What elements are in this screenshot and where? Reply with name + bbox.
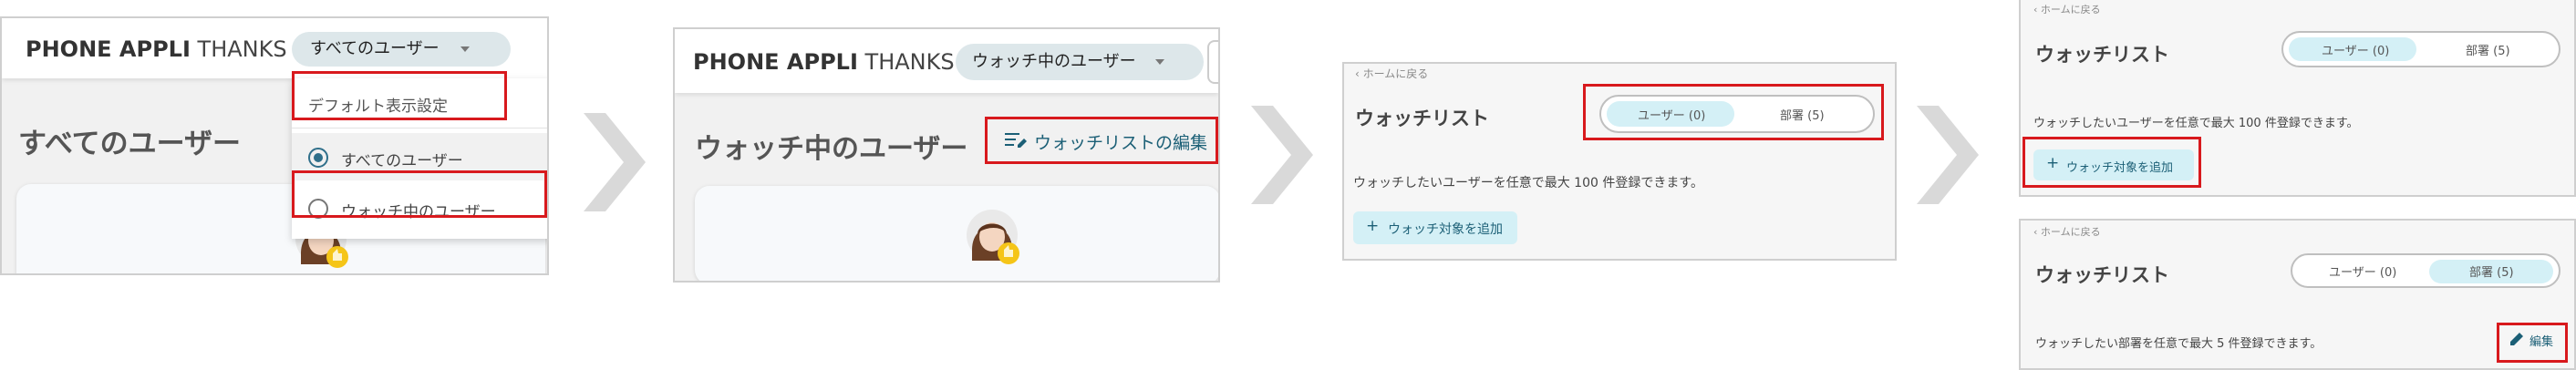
highlight-tabs xyxy=(1583,84,1884,140)
tab-departments[interactable]: 部署 (5) xyxy=(2466,41,2510,58)
chevron-left-icon: ‹ xyxy=(2033,4,2038,15)
user-card xyxy=(695,186,1218,281)
watchlist-tabs: ユーザー (0) 部署 (5) xyxy=(2281,31,2560,67)
step1-screenshot: PHONE APPLI THANKS すべてのユーザー すべてのユーザー デフォ… xyxy=(0,16,549,275)
brand-bold: PHONE APPLI xyxy=(26,36,191,62)
brand-bold: PHONE APPLI xyxy=(693,49,858,75)
brand-logo: PHONE APPLI THANKS xyxy=(26,36,287,62)
dropdown-label: ウォッチ中のユーザー xyxy=(972,52,1136,71)
step4-departments-screenshot: ‹ ホームに戻る ウォッチリスト ユーザー (0) 部署 (5) ウォッチしたい… xyxy=(2019,219,2576,370)
user-filter-dropdown[interactable]: すべてのユーザー xyxy=(292,32,511,67)
page-title: ウォッチ中のユーザー xyxy=(695,133,968,165)
brand-light: THANKS xyxy=(864,49,955,75)
menu-item-label: すべてのユーザー xyxy=(341,152,463,170)
plus-icon: + xyxy=(1366,217,1380,235)
add-watch-target-button[interactable]: + ウォッチ対象を追加 xyxy=(1353,211,1517,244)
back-link[interactable]: ‹ ホームに戻る xyxy=(2033,224,2101,239)
search-box-edge[interactable] xyxy=(1207,40,1218,84)
highlight-edit-button xyxy=(2497,323,2568,363)
back-link[interactable]: ‹ ホームに戻る xyxy=(1355,66,1428,81)
watchlist-description: ウォッチしたいユーザーを任意で最大 100 件登録できます。 xyxy=(2033,117,2359,130)
user-filter-dropdown[interactable]: ウォッチ中のユーザー xyxy=(956,44,1204,80)
chevron-right-icon xyxy=(1917,106,1979,204)
highlight-default-setting xyxy=(292,71,507,120)
chevron-right-icon xyxy=(1251,106,1313,204)
chevron-down-icon xyxy=(1155,59,1165,65)
watchlist-title: ウォッチリスト xyxy=(2035,44,2169,66)
page-title: すべてのユーザー xyxy=(18,128,241,160)
radio-checked-icon xyxy=(308,148,328,168)
watchlist-description: ウォッチしたいユーザーを任意で最大 100 件登録できます。 xyxy=(1353,176,1703,190)
watchlist-description: ウォッチしたい部署を任意で最大 5 件登録できます。 xyxy=(2035,337,2323,351)
avatar xyxy=(967,210,1023,266)
chevron-right-icon xyxy=(584,113,646,211)
brand-light: THANKS xyxy=(197,36,287,62)
tab-users[interactable]: ユーザー (0) xyxy=(2329,262,2396,280)
watchlist-title: ウォッチリスト xyxy=(1355,108,1489,129)
tab-users[interactable]: ユーザー (0) xyxy=(2322,41,2389,58)
chevron-left-icon: ‹ xyxy=(2033,226,2038,238)
app-header: PHONE APPLI THANKS ウォッチ中のユーザー xyxy=(675,29,1218,93)
highlight-edit-watchlist xyxy=(985,117,1218,164)
back-link[interactable]: ‹ ホームに戻る xyxy=(2033,2,2101,16)
watchlist-title: ウォッチリスト xyxy=(2035,264,2169,286)
watchlist-tabs: ユーザー (0) 部署 (5) xyxy=(2291,253,2560,288)
app-header: PHONE APPLI THANKS すべてのユーザー xyxy=(2,18,547,78)
chevron-left-icon: ‹ xyxy=(1355,67,1360,80)
highlight-watched-users xyxy=(292,170,547,218)
brand-logo: PHONE APPLI THANKS xyxy=(693,49,955,75)
chevron-down-icon xyxy=(460,46,471,52)
highlight-add-button xyxy=(2023,137,2201,188)
tab-departments[interactable]: 部署 (5) xyxy=(2469,262,2514,280)
add-watch-target-label: ウォッチ対象を追加 xyxy=(1388,222,1503,237)
dropdown-label: すべてのユーザー xyxy=(310,39,440,58)
